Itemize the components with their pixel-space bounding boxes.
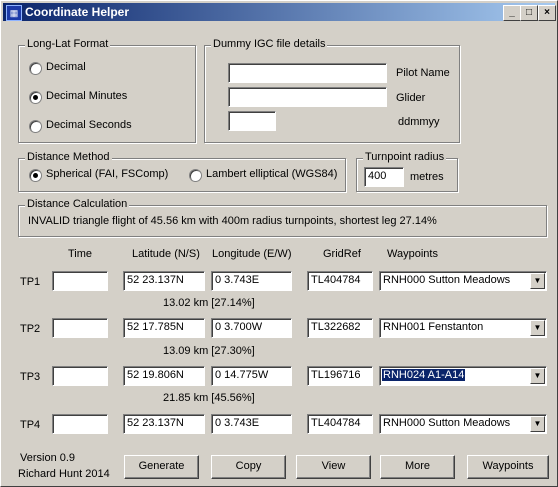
leg2-distance: 13.09 km [27.30%]	[163, 345, 255, 357]
tp2-waypoint-value: RNH001 Fenstanton	[383, 321, 484, 333]
long-lat-format-group: Long-Lat Format Decimal Decimal Minutes …	[18, 38, 196, 143]
distance-calculation-legend: Distance Calculation	[25, 198, 130, 210]
tp4-longitude-input[interactable]: 0 3.743E	[211, 414, 292, 434]
tp4-label: TP4	[20, 419, 41, 431]
chevron-down-icon[interactable]: ▼	[530, 368, 545, 384]
radio-decimal-label[interactable]: Decimal	[46, 61, 86, 73]
tp2-time-input[interactable]	[52, 318, 108, 338]
pilot-name-label: Pilot Name	[396, 67, 450, 79]
tp3-longitude-input[interactable]: 0 14.775W	[211, 366, 292, 386]
tp4-latitude-input[interactable]: 52 23.137N	[123, 414, 205, 434]
radio-decimal-minutes-label[interactable]: Decimal Minutes	[46, 90, 127, 102]
tp1-gridref-input[interactable]: TL404784	[307, 271, 373, 291]
igc-details-legend: Dummy IGC file details	[211, 38, 328, 50]
header-latitude: Latitude (N/S)	[132, 248, 200, 260]
version-text: Version 0.9	[20, 452, 76, 464]
turnpoint-radius-input[interactable]: 400	[364, 167, 404, 187]
radio-spherical-label[interactable]: Spherical (FAI, FSComp)	[46, 168, 168, 180]
radio-lambert[interactable]	[189, 169, 202, 182]
distance-method-legend: Distance Method	[25, 151, 112, 163]
tp2-label: TP2	[20, 323, 41, 335]
chevron-down-icon[interactable]: ▼	[530, 416, 545, 432]
distance-calculation-group: Distance Calculation INVALID triangle fl…	[18, 198, 547, 237]
igc-details-group: Dummy IGC file details Pilot Name Glider…	[204, 38, 460, 143]
tp1-longitude-input[interactable]: 0 3.743E	[211, 271, 292, 291]
header-longitude: Longitude (E/W)	[212, 248, 292, 260]
view-button[interactable]: View	[296, 455, 371, 479]
turnpoint-radius-unit: metres	[410, 171, 444, 183]
tp2-waypoint-select[interactable]: RNH001 Fenstanton ▼	[379, 318, 547, 338]
glider-input[interactable]	[228, 87, 387, 107]
header-waypoints: Waypoints	[387, 248, 438, 260]
tp1-waypoint-select[interactable]: RNH000 Sutton Meadows ▼	[379, 271, 547, 291]
author-text: Richard Hunt 2014	[18, 468, 110, 480]
leg3-distance: 21.85 km [45.56%]	[163, 392, 255, 404]
tp2-longitude-input[interactable]: 0 3.700W	[211, 318, 292, 338]
tp1-latitude-input[interactable]: 52 23.137N	[123, 271, 205, 291]
coordinate-helper-window: ▦ Coordinate Helper _ □ × Long-Lat Forma…	[0, 0, 558, 487]
copy-button[interactable]: Copy	[211, 455, 286, 479]
chevron-down-icon[interactable]: ▼	[530, 320, 545, 336]
tp3-gridref-input[interactable]: TL196716	[307, 366, 373, 386]
radio-decimal[interactable]	[29, 62, 42, 75]
tp3-waypoint-value: RNH024 A1-A14	[382, 369, 466, 381]
radio-decimal-minutes[interactable]	[29, 91, 42, 104]
radio-decimal-seconds-label[interactable]: Decimal Seconds	[46, 119, 132, 131]
tp1-time-input[interactable]	[52, 271, 108, 291]
date-input[interactable]	[228, 111, 276, 131]
waypoints-button[interactable]: Waypoints	[467, 455, 549, 479]
close-button[interactable]: ×	[538, 5, 556, 21]
tp4-waypoint-value: RNH000 Sutton Meadows	[383, 417, 511, 429]
tp3-latitude-input[interactable]: 52 19.806N	[123, 366, 205, 386]
generate-button[interactable]: Generate	[124, 455, 199, 479]
glider-label: Glider	[396, 92, 426, 104]
tp2-gridref-input[interactable]: TL322682	[307, 318, 373, 338]
tp1-waypoint-value: RNH000 Sutton Meadows	[383, 274, 511, 286]
window-title: Coordinate Helper	[25, 5, 130, 19]
turnpoint-radius-legend: Turnpoint radius	[363, 151, 447, 163]
turnpoint-radius-group: Turnpoint radius 400 metres	[356, 151, 458, 192]
tp3-label: TP3	[20, 371, 41, 383]
header-time: Time	[68, 248, 93, 260]
maximize-button[interactable]: □	[520, 5, 538, 21]
title-bar[interactable]: ▦ Coordinate Helper _ □ ×	[3, 3, 556, 21]
tp4-gridref-input[interactable]: TL404784	[307, 414, 373, 434]
tp3-waypoint-select[interactable]: RNH024 A1-A14 ▼	[379, 366, 547, 386]
tp1-label: TP1	[20, 276, 41, 288]
pilot-name-input[interactable]	[228, 63, 387, 83]
long-lat-format-legend: Long-Lat Format	[25, 38, 111, 50]
more-button[interactable]: More	[380, 455, 455, 479]
chevron-down-icon[interactable]: ▼	[530, 273, 545, 289]
leg1-distance: 13.02 km [27.14%]	[163, 297, 255, 309]
tp4-waypoint-select[interactable]: RNH000 Sutton Meadows ▼	[379, 414, 547, 434]
minimize-button[interactable]: _	[503, 5, 521, 21]
distance-calculation-result: INVALID triangle flight of 45.56 km with…	[28, 215, 437, 227]
tp4-time-input[interactable]	[52, 414, 108, 434]
tp2-latitude-input[interactable]: 52 17.785N	[123, 318, 205, 338]
header-gridref: GridRef	[323, 248, 361, 260]
tp3-time-input[interactable]	[52, 366, 108, 386]
app-icon[interactable]: ▦	[6, 5, 22, 21]
radio-lambert-label[interactable]: Lambert elliptical (WGS84)	[206, 168, 337, 180]
radio-spherical[interactable]	[29, 169, 42, 182]
radio-decimal-seconds[interactable]	[29, 120, 42, 133]
distance-method-group: Distance Method Spherical (FAI, FSComp) …	[18, 151, 346, 192]
date-label: ddmmyy	[398, 116, 440, 128]
